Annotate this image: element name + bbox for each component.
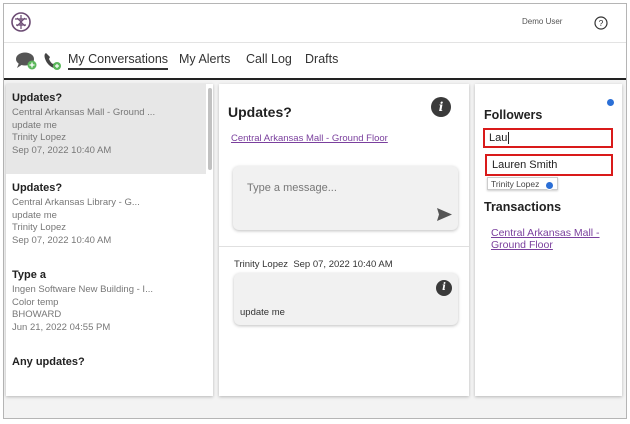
- user-name[interactable]: Demo User: [522, 17, 562, 26]
- conversation-title: Updates?: [12, 92, 63, 104]
- svg-text:?: ?: [599, 18, 604, 28]
- conversation-detail: Updates? i Central Arkansas Mall - Groun…: [219, 84, 469, 396]
- conversation-author: Trinity Lopez: [12, 132, 67, 144]
- message-text: update me: [240, 307, 285, 318]
- conversation-message: update me: [12, 209, 57, 221]
- conversation-item[interactable]: Updates? Central Arkansas Mall - Ground …: [6, 84, 206, 174]
- nav-bar: My Conversations My Alerts Call Log Draf…: [4, 42, 626, 80]
- conversation-location: Central Arkansas Mall - Ground ...: [12, 106, 156, 118]
- conversation-date: Sep 07, 2022 10:40 AM: [12, 235, 112, 247]
- conversation-date: Sep 07, 2022 10:40 AM: [12, 145, 112, 157]
- location-link[interactable]: Central Arkansas Mall - Ground Floor: [231, 133, 388, 144]
- conversation-item[interactable]: Updates? Central Arkansas Library - G...…: [6, 174, 206, 261]
- conversation-author: BHOWARD: [12, 309, 62, 321]
- info-icon[interactable]: i: [431, 97, 451, 117]
- conversation-title: Any updates?: [12, 356, 85, 368]
- follower-search-input[interactable]: Lau: [483, 128, 613, 148]
- message-input[interactable]: Type a message...: [233, 166, 458, 230]
- message-author: Trinity Lopez: [234, 259, 289, 270]
- remove-follower-icon[interactable]: [545, 181, 555, 190]
- message-header: Trinity Lopez Sep 07, 2022 10:40 AM: [234, 259, 393, 270]
- conversation-list: Updates? Central Arkansas Mall - Ground …: [6, 84, 213, 396]
- phone-add-icon[interactable]: [42, 51, 62, 71]
- tab-call-log[interactable]: Call Log: [246, 52, 292, 66]
- conversation-author: Trinity Lopez: [12, 222, 67, 234]
- content-area: Updates? Central Arkansas Mall - Ground …: [4, 80, 626, 418]
- followers-heading: Followers: [484, 108, 543, 122]
- send-icon[interactable]: [437, 208, 452, 221]
- list-scrollbar[interactable]: [208, 88, 212, 170]
- conversation-title: Updates?: [12, 182, 63, 194]
- message-date: Sep 07, 2022 10:40 AM: [293, 259, 393, 270]
- conversation-detail-title: Updates?: [228, 104, 292, 120]
- close-icon[interactable]: [606, 98, 615, 107]
- conversation-location: Ingen Software New Building - I...: [12, 283, 153, 295]
- logo-icon[interactable]: [11, 12, 31, 32]
- message-info-icon[interactable]: i: [436, 280, 452, 296]
- message-placeholder: Type a message...: [247, 182, 337, 194]
- app-window: Demo User ? My Conversations My Alerts C…: [3, 3, 627, 419]
- conversation-message: update me: [12, 119, 57, 131]
- conversation-item[interactable]: Type a Ingen Software New Building - I..…: [6, 261, 206, 348]
- conversation-message: Color temp: [12, 296, 59, 308]
- help-icon[interactable]: ?: [594, 16, 608, 30]
- top-bar: Demo User ?: [4, 4, 626, 43]
- tab-drafts[interactable]: Drafts: [305, 52, 338, 66]
- tab-my-alerts[interactable]: My Alerts: [179, 52, 230, 66]
- divider: [219, 246, 469, 247]
- message-card: i update me: [234, 273, 458, 325]
- suggestion-item[interactable]: Lauren Smith: [485, 154, 613, 176]
- follower-chip: Trinity Lopez: [487, 177, 559, 190]
- follower-search-value: Lau: [489, 132, 508, 144]
- conversation-location: Central Arkansas Library - G...: [12, 196, 140, 208]
- conversation-item[interactable]: Any updates?: [6, 348, 206, 396]
- conversation-date: Jun 21, 2022 04:55 PM: [12, 322, 111, 334]
- side-panel: Followers Lau Lauren Smith Trinity Lopez…: [475, 84, 622, 396]
- conversation-title: Type a: [12, 269, 47, 281]
- transactions-heading: Transactions: [484, 200, 562, 214]
- follower-chip-label: Trinity Lopez: [491, 179, 540, 189]
- chat-add-icon[interactable]: [15, 51, 37, 71]
- transaction-link[interactable]: Central Arkansas Mall - Ground Floor: [491, 227, 617, 251]
- tab-my-conversations[interactable]: My Conversations: [68, 52, 169, 70]
